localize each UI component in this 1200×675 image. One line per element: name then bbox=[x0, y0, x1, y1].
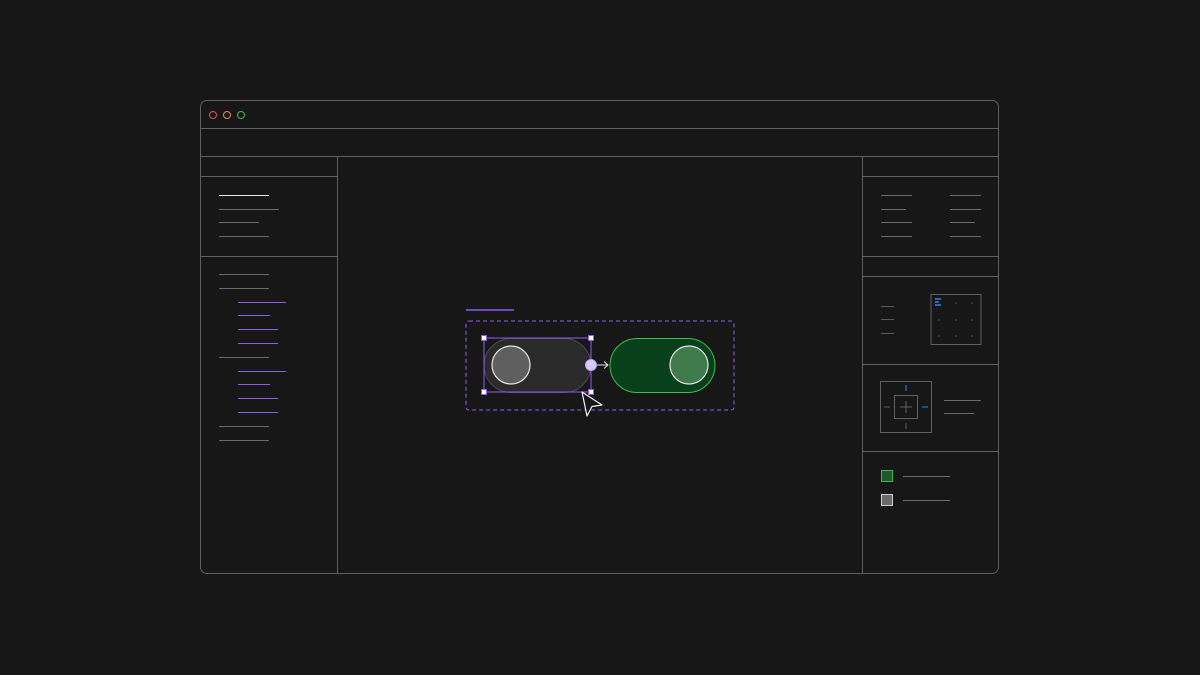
cursor-icon bbox=[581, 391, 603, 417]
resize-handle[interactable] bbox=[588, 335, 594, 341]
constraints-widget[interactable] bbox=[880, 381, 932, 433]
align-left-icon[interactable] bbox=[935, 298, 941, 306]
resize-handle[interactable] bbox=[481, 389, 487, 395]
green-swatch[interactable] bbox=[881, 470, 893, 482]
grid-dots bbox=[938, 302, 973, 337]
alignment-grid[interactable] bbox=[930, 294, 982, 345]
toggle-on[interactable] bbox=[609, 338, 716, 393]
resize-handle[interactable] bbox=[481, 335, 487, 341]
prototype-connection[interactable] bbox=[585, 359, 609, 371]
connection-node[interactable] bbox=[585, 359, 597, 371]
canvas-overlay bbox=[465, 294, 982, 506]
toggle-knob bbox=[491, 345, 531, 385]
grey-swatch[interactable] bbox=[881, 494, 893, 506]
toggle-off[interactable] bbox=[483, 338, 592, 393]
toggle-knob bbox=[669, 345, 709, 385]
resize-handle[interactable] bbox=[588, 389, 594, 395]
